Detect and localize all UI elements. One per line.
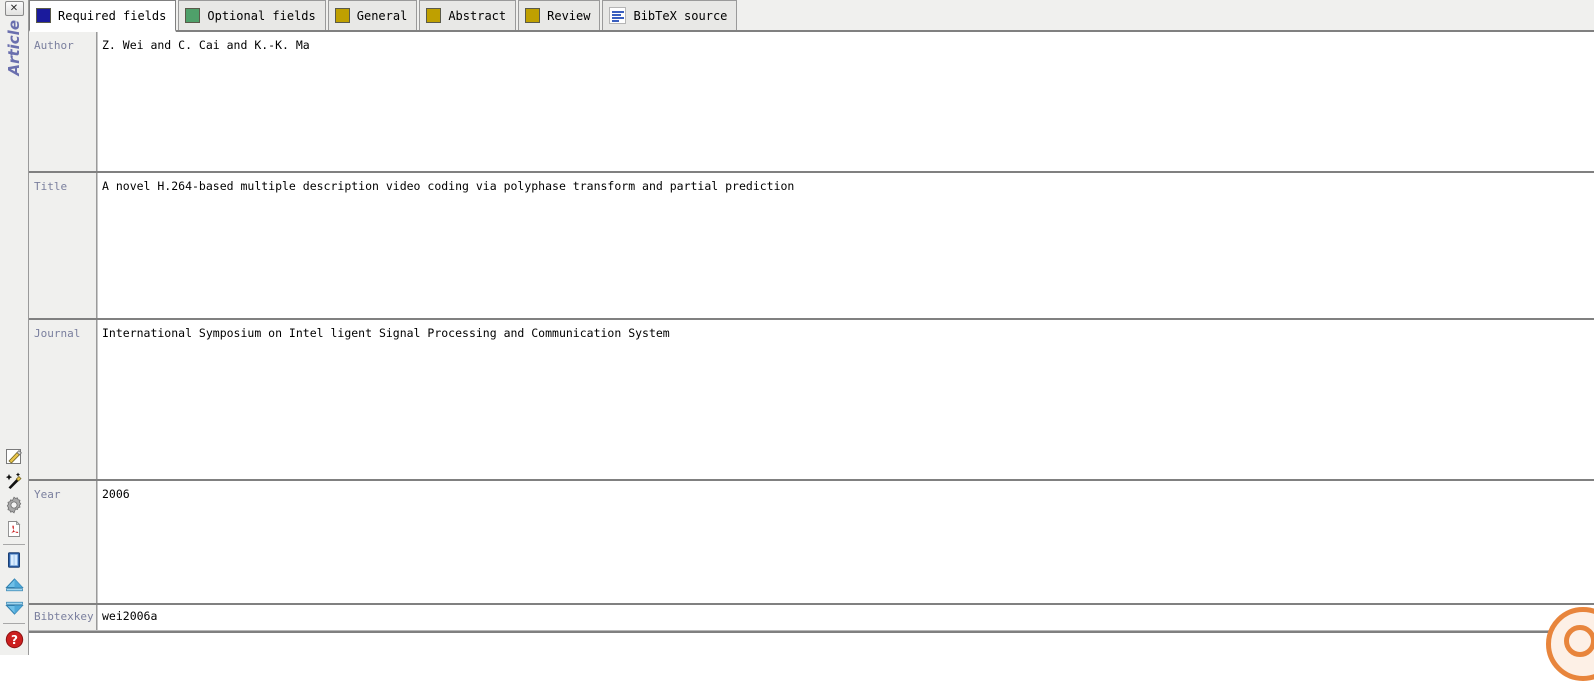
magic-wand-icon[interactable] [3, 470, 25, 492]
tab-optional-fields[interactable]: Optional fields [178, 0, 326, 30]
close-button[interactable]: ✕ [4, 1, 24, 16]
entry-type-label: Article [5, 20, 23, 76]
svg-text:?: ? [11, 633, 18, 647]
field-label-bibtexkey: Bibtexkey [29, 605, 97, 630]
olive-square-icon [525, 8, 541, 23]
field-row-bibtexkey: Bibtexkey wei2006a [29, 605, 1594, 631]
blue-square-icon [36, 8, 51, 23]
field-label-title: Title [29, 172, 97, 319]
green-square-icon [185, 8, 201, 23]
olive-square-icon [334, 8, 350, 23]
field-input-title[interactable]: A novel H.264-based multiple description… [97, 172, 1594, 319]
rail-icon-group: ? [0, 445, 28, 655]
help-icon[interactable]: ? [3, 628, 25, 650]
tab-abstract[interactable]: Abstract [419, 0, 517, 30]
rail-divider [3, 544, 25, 545]
bottom-status-strip [29, 607, 1594, 681]
left-toolbar-rail: ✕ Article ? [0, 0, 29, 655]
arrow-down-icon[interactable] [3, 597, 25, 619]
field-input-author[interactable]: Z. Wei and C. Cai and K.-K. Ma [97, 32, 1594, 171]
field-row-journal: Journal International Symposium on Intel… [29, 320, 1594, 482]
tab-required-fields[interactable]: Required fields [29, 0, 177, 32]
field-row-title: Title A novel H.264-based multiple descr… [29, 172, 1594, 321]
edit-pencil-icon[interactable] [3, 446, 25, 468]
book-icon[interactable] [3, 549, 25, 571]
olive-square-icon [426, 8, 442, 23]
field-input-journal[interactable]: International Symposium on Intel ligent … [97, 320, 1594, 480]
tab-bar: Required fields Optional fields General … [29, 0, 1594, 32]
tab-general[interactable]: General [327, 0, 418, 30]
bibtex-document-icon [609, 7, 627, 24]
arrow-up-icon[interactable] [3, 573, 25, 595]
tab-review[interactable]: Review [518, 0, 601, 30]
field-label-author: Author [29, 32, 97, 171]
field-list: Author Z. Wei and C. Cai and K.-K. Ma Ti… [29, 32, 1594, 631]
bibtex-entry-editor-window: ✕ Article ? Required fields Optional fie… [0, 0, 1594, 681]
tab-label: Optional fields [207, 8, 316, 23]
tab-bibtex-source[interactable]: BibTeX source [602, 0, 738, 30]
field-row-author: Author Z. Wei and C. Cai and K.-K. Ma [29, 32, 1594, 173]
rail-divider [3, 623, 25, 624]
gear-icon[interactable] [3, 494, 25, 516]
tab-label: General [356, 8, 408, 23]
tab-label: Review [547, 8, 591, 23]
field-input-year[interactable]: 2006 [97, 481, 1594, 604]
field-input-bibtexkey[interactable]: wei2006a [97, 605, 1594, 630]
entry-editor-main: Required fields Optional fields General … [29, 0, 1594, 681]
field-label-year: Year [29, 481, 97, 604]
tab-label: BibTeX source [633, 8, 728, 23]
field-row-year: Year 2006 [29, 481, 1594, 606]
field-label-journal: Journal [29, 320, 97, 480]
pdf-icon[interactable] [3, 518, 25, 540]
tab-label: Required fields [58, 8, 167, 23]
tab-label: Abstract [448, 8, 507, 23]
